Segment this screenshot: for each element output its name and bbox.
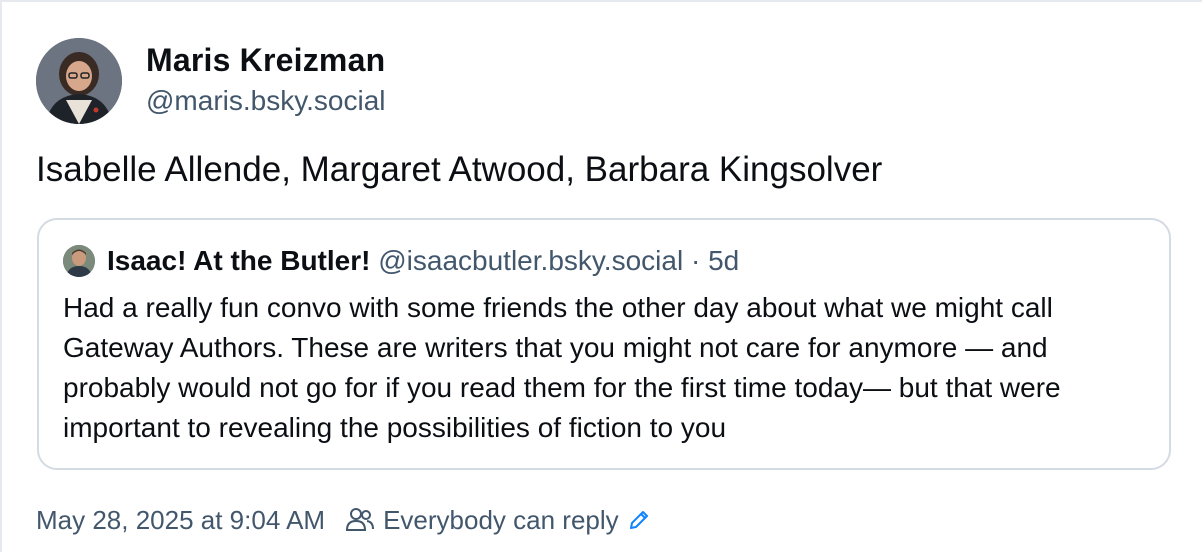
people-icon bbox=[345, 506, 375, 534]
author-handle[interactable]: @maris.bsky.social bbox=[146, 84, 386, 118]
quoted-post-header: Isaac! At the Butler! @isaacbutler.bsky.… bbox=[107, 242, 739, 280]
quoted-author-name[interactable]: Isaac! At the Butler! bbox=[107, 245, 370, 276]
quoted-post-text: Had a really fun convo with some friends… bbox=[63, 292, 1061, 443]
post-thread-item: Maris Kreizman @maris.bsky.social Isabel… bbox=[0, 0, 1202, 552]
author-avatar[interactable] bbox=[36, 38, 122, 124]
post-meta: May 28, 2025 at 9:04 AM Everybody can re… bbox=[36, 500, 651, 540]
quoted-author-handle[interactable]: @isaacbutler.bsky.social bbox=[378, 245, 683, 276]
reply-setting[interactable]: Everybody can reply bbox=[383, 500, 619, 540]
quoted-avatar-image bbox=[63, 245, 95, 277]
quoted-author-avatar[interactable] bbox=[63, 245, 95, 277]
separator-dot: · bbox=[690, 245, 701, 276]
pencil-icon[interactable] bbox=[627, 508, 651, 532]
quoted-post[interactable]: Isaac! At the Butler! @isaacbutler.bsky.… bbox=[37, 218, 1171, 470]
avatar-image bbox=[36, 38, 122, 124]
author-display-name[interactable]: Maris Kreizman bbox=[146, 40, 386, 80]
quoted-post-time[interactable]: 5d bbox=[708, 245, 739, 276]
post-timestamp[interactable]: May 28, 2025 at 9:04 AM bbox=[36, 500, 325, 540]
post-text: Isabelle Allende, Margaret Atwood, Barba… bbox=[36, 150, 883, 189]
author-info[interactable]: Maris Kreizman @maris.bsky.social bbox=[146, 40, 386, 118]
